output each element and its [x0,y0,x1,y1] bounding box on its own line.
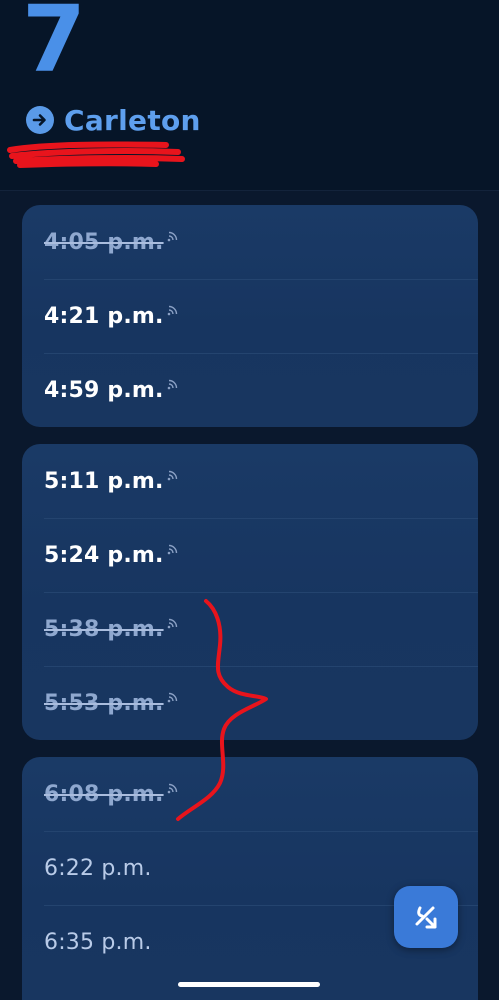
departure-row[interactable]: 5:11 p.m. [22,444,478,518]
arrow-right-circle-icon [26,106,54,134]
signal-waves-icon [167,544,177,555]
signal-waves-icon [167,305,177,316]
route-header: 7 Carleton [0,0,499,191]
departure-group: 4:05 p.m. 4:21 p.m. 4:59 p.m. [22,205,478,427]
transfer-fab-button[interactable] [394,886,458,948]
signal-waves-icon [167,379,177,390]
departure-time: 4:59 p.m. [44,377,164,403]
home-indicator[interactable] [178,982,320,987]
departure-time: 6:08 p.m. [44,781,164,807]
departure-time: 5:24 p.m. [44,542,164,568]
signal-waves-icon [167,470,177,481]
departure-time: 5:53 p.m. [44,690,164,716]
redaction-scribble [7,141,185,168]
departure-time: 5:11 p.m. [44,468,164,494]
departure-time: 4:21 p.m. [44,303,164,329]
departure-row[interactable]: 4:21 p.m. [22,279,478,353]
direction-row[interactable]: Carleton [26,100,201,140]
departure-time: 6:35 p.m. [44,929,152,955]
route-number: 7 [22,0,86,93]
departure-row[interactable]: 4:05 p.m. [22,205,478,279]
direction-label: Carleton [64,103,201,137]
signal-waves-icon [167,231,177,242]
departure-row[interactable]: 4:59 p.m. [22,353,478,427]
departure-time: 5:38 p.m. [44,616,164,642]
annotation-squiggle [176,599,268,821]
percent-transfer-icon [415,906,437,929]
departure-row[interactable]: 5:24 p.m. [22,518,478,592]
departure-time: 6:22 p.m. [44,855,152,881]
departure-time: 4:05 p.m. [44,229,164,255]
